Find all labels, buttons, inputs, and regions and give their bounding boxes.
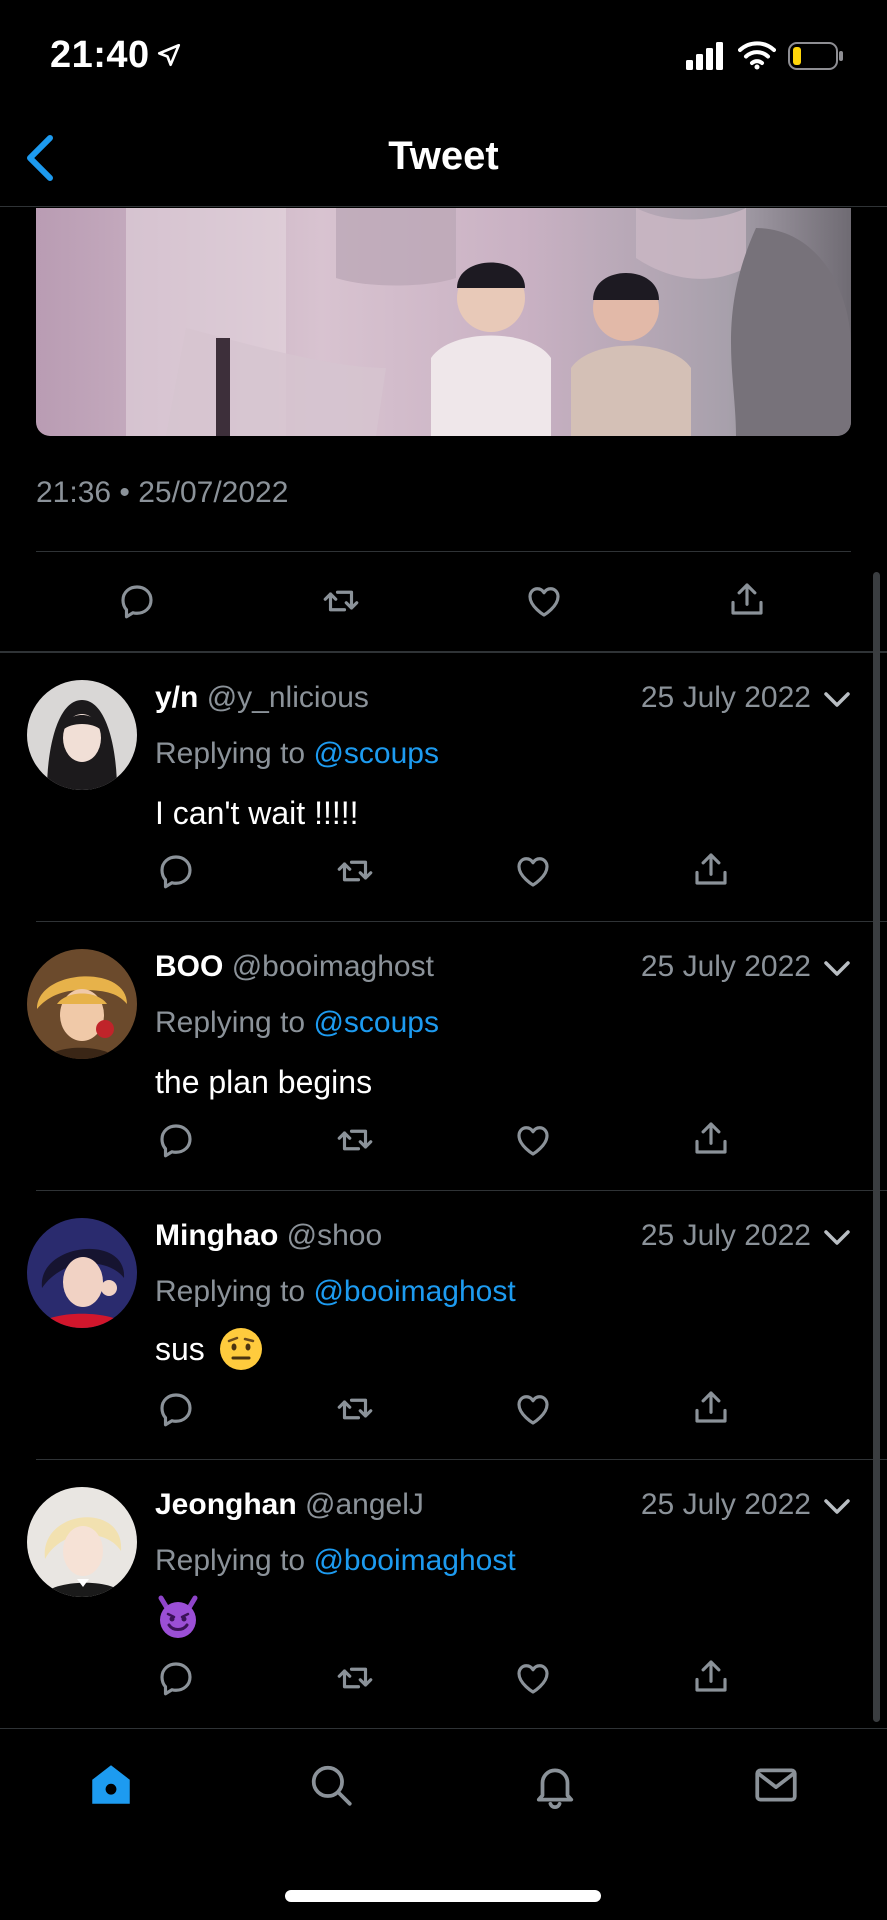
reply-icon[interactable] (155, 1657, 197, 1699)
reply-actions (155, 1107, 755, 1167)
retweet-icon[interactable] (319, 580, 363, 622)
share-icon[interactable] (726, 578, 768, 620)
cellular-signal-icon (686, 42, 724, 70)
share-icon[interactable] (690, 1117, 732, 1159)
retweet-icon[interactable] (333, 1657, 377, 1699)
chevron-down-icon[interactable] (822, 689, 852, 711)
avatar[interactable] (27, 1487, 137, 1597)
divider (36, 551, 851, 552)
reply-date: 25 July 2022 (640, 681, 811, 714)
mention-link[interactable]: @scoups (313, 737, 439, 770)
retweet-icon[interactable] (333, 850, 377, 892)
heart-icon[interactable] (523, 580, 565, 622)
reply-date: 25 July 2022 (640, 950, 811, 983)
tweet-photo[interactable] (36, 208, 851, 436)
search-icon[interactable] (306, 1760, 356, 1810)
retweet-icon[interactable] (333, 1119, 377, 1161)
reply-actions (155, 838, 755, 898)
mention-link[interactable]: @scoups (313, 1006, 439, 1039)
battery-low-icon (788, 42, 844, 70)
replying-label: Replying to (155, 1275, 306, 1308)
wifi-icon (738, 40, 776, 70)
share-icon[interactable] (690, 1386, 732, 1428)
share-icon[interactable] (690, 848, 732, 890)
replying-label: Replying to (155, 737, 306, 770)
raised-eyebrow-emoji (219, 1327, 263, 1371)
chevron-down-icon[interactable] (822, 1496, 852, 1518)
home-icon[interactable] (86, 1760, 136, 1810)
avatar[interactable] (27, 949, 137, 1059)
reply-tweet[interactable]: Jeonghan @angelJ 25 July 2022 Replying t… (0, 1460, 887, 1729)
reply-text: the plan begins (155, 1064, 373, 1100)
reply-icon[interactable] (116, 580, 158, 622)
display-name[interactable]: BOO (155, 950, 223, 983)
reply-icon[interactable] (155, 850, 197, 892)
smiling-devil-emoji (155, 1594, 201, 1640)
notifications-icon[interactable] (530, 1760, 580, 1810)
heart-icon[interactable] (512, 1657, 554, 1699)
messages-icon[interactable] (751, 1760, 801, 1810)
user-handle[interactable]: @booimaghost (232, 950, 434, 983)
location-arrow-icon (156, 42, 182, 68)
user-handle[interactable]: @shoo (287, 1219, 383, 1252)
reply-tweet[interactable]: y/n @y_nlicious 25 July 2022 Replying to… (0, 653, 887, 922)
reply-actions (155, 1645, 755, 1705)
mention-link[interactable]: @booimaghost (313, 1275, 515, 1308)
chevron-down-icon[interactable] (822, 958, 852, 980)
display-name[interactable]: Jeonghan (155, 1488, 297, 1521)
share-icon[interactable] (690, 1655, 732, 1697)
scrollbar[interactable] (873, 572, 880, 1722)
heart-icon[interactable] (512, 850, 554, 892)
reply-actions (155, 1376, 755, 1436)
user-handle[interactable]: @angelJ (305, 1488, 424, 1521)
reply-text: I can't wait !!!!! (155, 795, 359, 831)
tweet-actions (36, 572, 851, 632)
tweet-timestamp: 21:36 • 25/07/2022 (36, 476, 289, 509)
heart-icon[interactable] (512, 1388, 554, 1430)
heart-icon[interactable] (512, 1119, 554, 1161)
reply-date: 25 July 2022 (640, 1219, 811, 1252)
reply-text: sus (155, 1330, 205, 1367)
retweet-icon[interactable] (333, 1388, 377, 1430)
reply-icon[interactable] (155, 1388, 197, 1430)
display-name[interactable]: Minghao (155, 1219, 278, 1252)
home-indicator[interactable] (285, 1890, 601, 1902)
status-time: 21:40 (50, 34, 150, 76)
user-handle[interactable]: @y_nlicious (207, 681, 369, 714)
reply-tweet[interactable]: Minghao @shoo 25 July 2022 Replying to @… (0, 1191, 887, 1460)
avatar[interactable] (27, 680, 137, 790)
header-divider (0, 206, 887, 207)
nav-divider (0, 1728, 887, 1729)
display-name[interactable]: y/n (155, 681, 198, 714)
page-title: Tweet (388, 134, 499, 178)
chevron-down-icon[interactable] (822, 1227, 852, 1249)
replying-label: Replying to (155, 1006, 306, 1039)
replying-label: Replying to (155, 1544, 306, 1577)
reply-date: 25 July 2022 (640, 1488, 811, 1521)
reply-icon[interactable] (155, 1119, 197, 1161)
mention-link[interactable]: @booimaghost (313, 1544, 515, 1577)
reply-tweet[interactable]: BOO @booimaghost 25 July 2022 Replying t… (0, 922, 887, 1191)
avatar[interactable] (27, 1218, 137, 1328)
